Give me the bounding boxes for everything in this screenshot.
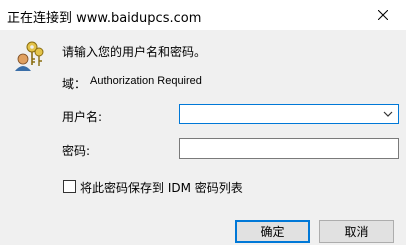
- domain-value: Authorization Required: [90, 75, 202, 87]
- keys-icon: [15, 41, 44, 71]
- username-combobox[interactable]: [179, 104, 399, 124]
- close-icon: [378, 10, 388, 20]
- close-button[interactable]: [360, 0, 406, 30]
- password-field[interactable]: [179, 138, 399, 159]
- password-label: 密码:: [62, 144, 91, 158]
- domain-label: 域：: [62, 77, 87, 91]
- remember-password-checkbox[interactable]: [63, 180, 76, 193]
- title-bar: 正在连接到 www.baidupcs.com: [0, 0, 406, 30]
- remember-password-label[interactable]: 将此密码保存到 IDM 密码列表: [80, 179, 243, 196]
- chevron-down-icon[interactable]: [382, 108, 394, 120]
- login-prompt: 请输入您的用户名和密码。: [62, 45, 207, 59]
- ok-button[interactable]: 确定: [235, 220, 310, 243]
- username-label: 用户名:: [62, 110, 103, 124]
- cancel-button[interactable]: 取消: [319, 220, 394, 243]
- window-title: 正在连接到 www.baidupcs.com: [7, 11, 202, 26]
